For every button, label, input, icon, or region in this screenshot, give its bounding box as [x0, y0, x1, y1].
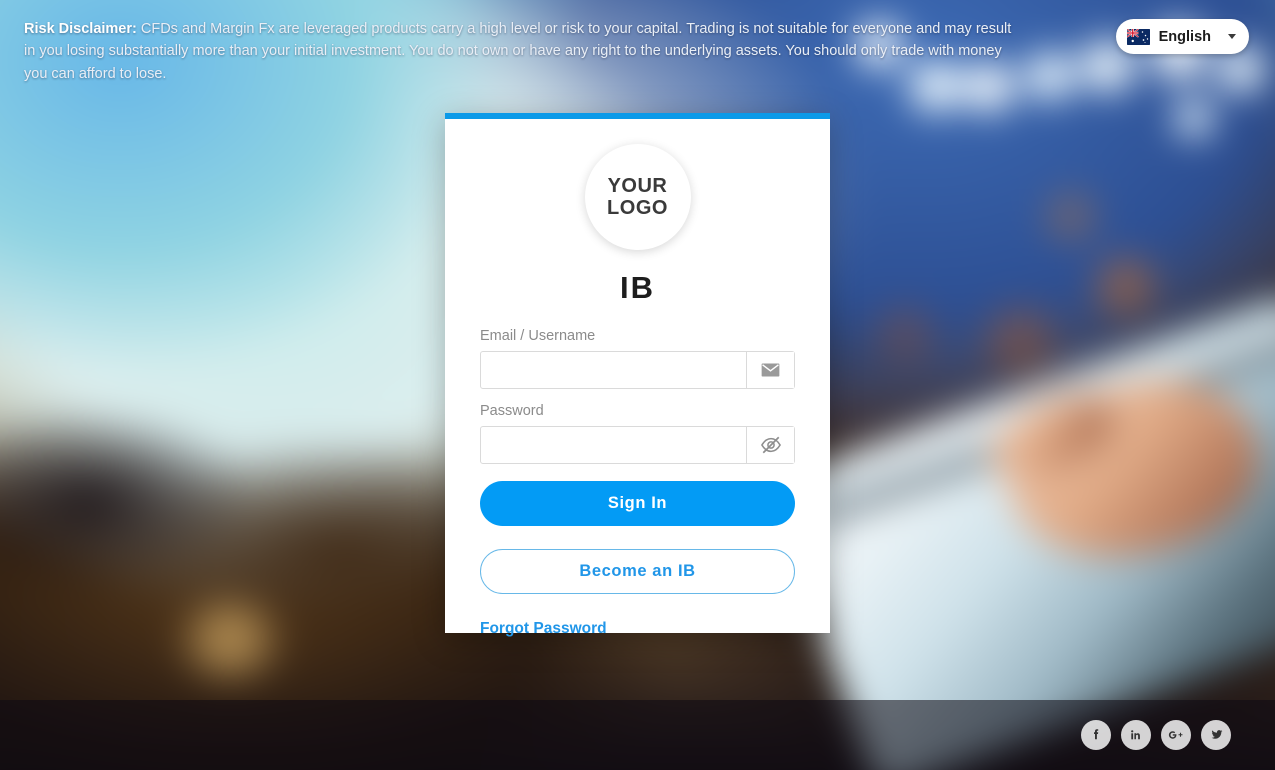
- language-label: English: [1158, 28, 1211, 45]
- card-accent-bar: [445, 113, 830, 119]
- risk-disclaimer-text: CFDs and Margin Fx are leveraged product…: [24, 21, 1012, 82]
- email-field-group: Email / Username: [480, 328, 795, 389]
- bokeh-light: [980, 300, 1060, 380]
- bokeh-light: [872, 300, 938, 366]
- linkedin-icon[interactable]: [1121, 720, 1151, 750]
- password-field-group: Password: [480, 403, 795, 464]
- brand-logo: YOUR LOGO: [584, 144, 691, 250]
- google-plus-icon[interactable]: [1161, 720, 1191, 750]
- logo-line-1: YOUR: [607, 174, 668, 197]
- login-card: YOUR LOGO IB Email / Username Password S…: [445, 113, 830, 637]
- facebook-icon[interactable]: [1081, 720, 1111, 750]
- email-input[interactable]: [481, 352, 746, 388]
- envelope-icon[interactable]: [746, 352, 794, 388]
- bokeh-light: [1022, 48, 1078, 104]
- page-title: IB: [620, 270, 655, 305]
- footer-bar: [0, 700, 1275, 770]
- bokeh-light: [170, 600, 290, 680]
- risk-disclaimer: Risk Disclaimer: CFDs and Margin Fx are …: [24, 18, 1024, 85]
- bokeh-light: [1090, 250, 1160, 320]
- bokeh-light: [1040, 186, 1102, 248]
- australia-flag-icon: [1126, 28, 1150, 45]
- password-field-label: Password: [480, 403, 544, 419]
- become-an-ib-button[interactable]: Become an IB: [480, 549, 795, 594]
- risk-disclaimer-prefix: Risk Disclaimer:: [24, 21, 137, 37]
- sign-in-button[interactable]: Sign In: [480, 481, 795, 526]
- email-field-label: Email / Username: [480, 328, 596, 344]
- email-input-row: [480, 351, 795, 389]
- language-selector[interactable]: English: [1115, 19, 1249, 54]
- password-input-row: [480, 426, 795, 464]
- chevron-down-icon: [1228, 34, 1236, 39]
- logo-line-2: LOGO: [607, 197, 668, 219]
- password-input[interactable]: [481, 427, 746, 463]
- bokeh-light: [1172, 96, 1216, 140]
- forgot-password-link[interactable]: Forgot Password: [480, 620, 607, 638]
- eye-slash-icon[interactable]: [746, 427, 794, 463]
- twitter-icon[interactable]: [1201, 720, 1231, 750]
